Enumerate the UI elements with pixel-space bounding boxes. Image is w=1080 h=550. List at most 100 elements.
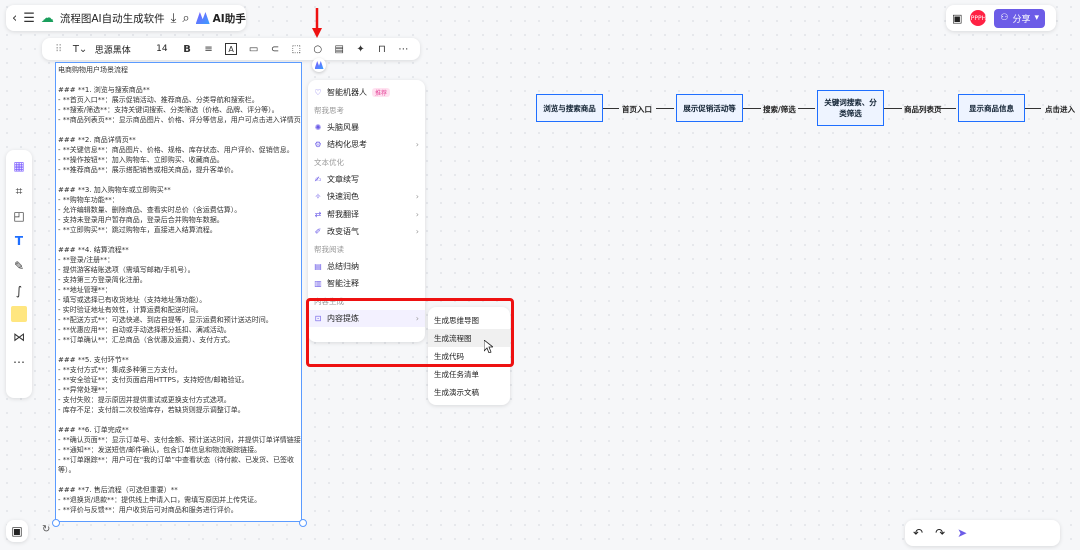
- link-icon[interactable]: ⊂: [264, 44, 285, 55]
- chevron-right-icon: ›: [415, 192, 419, 202]
- document-line: - **商品列表页**：显示商品图片、价格、评分等信息，用户可点击进入详情页。: [58, 116, 302, 124]
- left-tool-palette: ▦ ⌗ ◰ T ✎ ∫ ⋈ ⋯: [6, 150, 32, 398]
- comment-icon[interactable]: ○: [307, 44, 328, 55]
- menu-item[interactable]: ▥ 智能注释: [308, 275, 425, 293]
- text-tool-icon[interactable]: T: [9, 231, 29, 251]
- document-line: ### **6. 订单完成**: [58, 426, 129, 434]
- document-line: - **推荐商品**：展示搭配销售或相关商品，提升客单价。: [58, 166, 238, 174]
- flow-connector-1b: [656, 108, 674, 109]
- frame-icon[interactable]: ⌗: [9, 181, 29, 201]
- menu-icon[interactable]: ☰: [23, 8, 35, 28]
- avatar[interactable]: PPPH: [970, 10, 987, 26]
- templates-icon[interactable]: ▦: [9, 156, 29, 176]
- map-icon: ▣: [11, 524, 23, 538]
- menu-item-icon: ✧: [314, 192, 322, 202]
- text-color-icon[interactable]: A: [225, 43, 237, 55]
- flow-edge-label-1: 首页入口: [622, 105, 652, 114]
- ai-assistant-label: AI助手: [212, 12, 246, 25]
- menu-item[interactable]: ♡ 智能机器人 推荐: [308, 84, 425, 102]
- mindmap-icon[interactable]: ⋈: [9, 327, 29, 347]
- ai-assistant-button[interactable]: AI助手: [195, 11, 246, 26]
- chevron-right-icon: ›: [415, 209, 419, 219]
- resize-handle-bottom-left[interactable]: [52, 519, 60, 527]
- submenu-item[interactable]: 生成任务清单: [428, 365, 510, 383]
- shape-icon[interactable]: ◰: [9, 206, 29, 226]
- chevron-right-icon: ›: [415, 227, 419, 237]
- text-format-toolbar: ⠿ T⌄ 思源黑体 14 B ≡ A ▭ ⊂ ⬚ ○ ▤ ✦ ⊓ ⋯: [42, 38, 420, 60]
- note-icon[interactable]: ▤: [328, 44, 349, 55]
- menu-item[interactable]: ⚙ 结构化思考 ›: [308, 136, 425, 154]
- briefcase-icon[interactable]: ▣: [952, 12, 962, 25]
- submenu-item[interactable]: 生成演示文稿: [428, 383, 510, 401]
- font-size-select[interactable]: 14: [147, 44, 176, 54]
- ai-magic-icon[interactable]: ✦: [350, 44, 371, 55]
- text-type-icon[interactable]: T⌄: [69, 44, 90, 55]
- back-icon[interactable]: ‹: [12, 8, 17, 28]
- menu-item-label: 智能机器人: [327, 88, 367, 98]
- document-title[interactable]: 流程图AI自动生成软件: [60, 11, 165, 26]
- menu-item[interactable]: ✺ 头脑风暴: [308, 119, 425, 137]
- fill-icon[interactable]: ⬚: [286, 44, 307, 55]
- menu-section-heading: 帮我思考: [314, 105, 344, 115]
- drag-handle-icon[interactable]: ⠿: [48, 44, 69, 55]
- resize-handle-bottom-right[interactable]: [299, 519, 307, 527]
- top-right-toolbar: ▣ PPPH ⚇ 分享 ▾: [946, 5, 1056, 31]
- flow-connector-1a: [603, 108, 619, 109]
- search-icon[interactable]: ⌕: [182, 8, 189, 28]
- user-icon: ⚇: [1000, 13, 1009, 23]
- menu-item[interactable]: ✧ 快速润色 ›: [308, 188, 425, 206]
- pen-icon[interactable]: ✎: [9, 256, 29, 276]
- document-line: - **订单跟踪**：用户可在“我的订单”中查看状态（待付款、已发货、已签收: [58, 456, 295, 464]
- share-button[interactable]: ⚇ 分享 ▾: [994, 8, 1046, 28]
- document-line: - **确认页面**：显示订单号、支付金额、预计送达时间，并提供订单详情链接。: [58, 436, 302, 444]
- map-toggle-button[interactable]: ▣: [6, 520, 28, 542]
- menu-item-icon: ⇄: [314, 209, 322, 219]
- document-line: - **支付方式**：集成多种第三方支付。: [58, 366, 182, 374]
- undo-icon[interactable]: ↶: [913, 526, 923, 540]
- menu-item-label: 总结归纳: [327, 261, 359, 271]
- menu-item[interactable]: ✍ 文章续写: [308, 171, 425, 189]
- menu-item-label: 帮我翻译: [327, 209, 359, 219]
- bold-icon[interactable]: B: [176, 44, 197, 55]
- flow-node-4[interactable]: 显示商品信息: [958, 94, 1025, 122]
- menu-item[interactable]: ▤ 总结归纳: [308, 258, 425, 276]
- red-highlight-box: [306, 298, 514, 367]
- document-line: - **关键信息**：商品图片、价格、规格、库存状态、用户评价、促销信息。: [58, 146, 294, 154]
- share-label: 分享: [1012, 14, 1031, 25]
- lock-icon[interactable]: ⊓: [371, 44, 392, 55]
- connector-icon[interactable]: ∫: [9, 281, 29, 301]
- document-line: - 库存不足：支付前二次校验库存，若缺货则提示调整订单。: [58, 406, 245, 414]
- document-line: - **立即购买**：跳过购物车，直接进入结算流程。: [58, 226, 217, 234]
- more-tools-icon[interactable]: ⋯: [9, 352, 29, 372]
- document-line: - **登录/注册**：: [58, 256, 115, 264]
- ai-menu-logo-icon: [312, 58, 326, 72]
- document-text-panel[interactable]: 电商购物用户场景流程 ### **1. 浏览与搜索商品** - **首页入口**：…: [55, 62, 302, 522]
- flow-edge-label-4: 点击进入: [1045, 105, 1075, 114]
- document-line: - 允许编辑数量、删除商品、查看实时总价（含运费估算）。: [58, 206, 242, 214]
- document-line: - **通知**：发送短信/邮件确认，包含订单信息和物流跟踪链接。: [58, 446, 262, 454]
- menu-item[interactable]: ✐ 改变语气 ›: [308, 223, 425, 241]
- more-icon[interactable]: ⋯: [393, 44, 414, 55]
- redo-icon[interactable]: ↷: [935, 526, 945, 540]
- download-icon[interactable]: ⤓: [171, 8, 177, 28]
- document-line: ### **5. 支付环节**: [58, 356, 129, 364]
- flow-connector-3a: [884, 108, 902, 109]
- document-line: - **地址管理**：: [58, 286, 112, 294]
- ai-logo-icon: [195, 12, 210, 24]
- flow-node-3[interactable]: 关键词搜索、分类筛选: [817, 90, 884, 126]
- flow-node-1[interactable]: 浏览与搜索商品: [536, 94, 603, 122]
- document-line: - **安全验证**：支付页面启用HTTPS，支持短信/邮箱验证。: [58, 376, 249, 384]
- flow-node-2[interactable]: 展示促销活动等: [676, 94, 743, 122]
- rotate-handle-icon[interactable]: ↻: [42, 524, 50, 535]
- menu-item-icon: ✐: [314, 227, 322, 237]
- pointer-tool-icon[interactable]: ➤: [957, 526, 967, 540]
- sticky-note-icon[interactable]: [11, 306, 27, 322]
- document-line: 等）。: [58, 466, 76, 474]
- align-icon[interactable]: ≡: [198, 44, 219, 55]
- font-select[interactable]: 思源黑体: [91, 43, 147, 56]
- document-line: - 实时验证地址有效性，计算运费和配送时间。: [58, 306, 203, 314]
- border-icon[interactable]: ▭: [243, 44, 264, 55]
- menu-item[interactable]: ⇄ 帮我翻译 ›: [308, 206, 425, 224]
